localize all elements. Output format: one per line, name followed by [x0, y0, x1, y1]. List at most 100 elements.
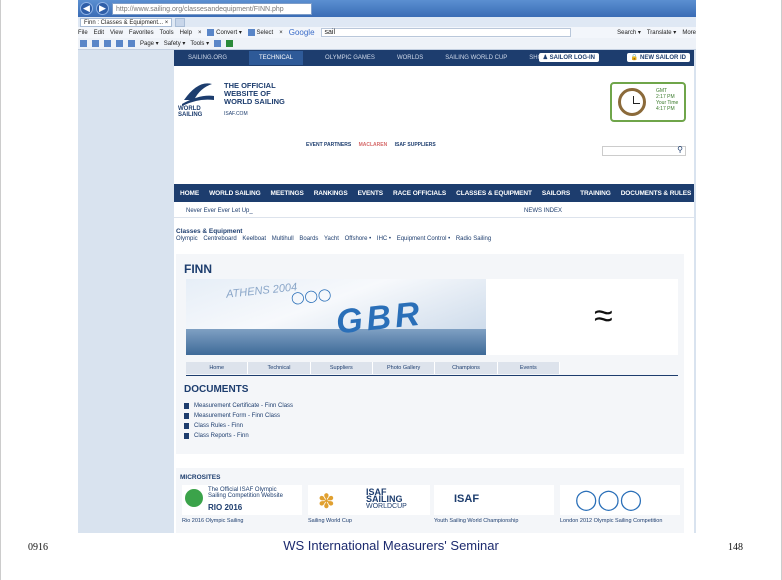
select-icon [247, 28, 255, 36]
link-centreboard[interactable]: Centreboard [203, 236, 236, 242]
link-offshore[interactable]: Offshore • [345, 236, 372, 242]
menu-view[interactable]: View [110, 30, 123, 36]
address-bar[interactable]: http://www.sailing.org/classesandequipme… [112, 2, 312, 15]
microsite-youth-worlds[interactable]: ISAF [434, 485, 554, 515]
nav-rankings[interactable]: RANKINGS [314, 190, 348, 197]
more-button[interactable]: More [682, 30, 696, 36]
topnav-sailing-world-cup[interactable]: SAILING WORLD CUP [445, 55, 507, 61]
clock-icon [618, 88, 646, 116]
menu-file[interactable]: File [78, 30, 88, 36]
nav-meetings[interactable]: MEETINGS [271, 190, 304, 197]
link-keelboat[interactable]: Keelboat [242, 236, 266, 242]
document-link[interactable]: Measurement Form - Finn Class [184, 411, 293, 421]
google-label: Google [288, 28, 315, 37]
menu-help[interactable]: Help [180, 30, 192, 36]
addon-icon[interactable] [226, 40, 234, 47]
rio-line-2: Sailing Competition Website [208, 493, 283, 499]
topnav-worlds[interactable]: WORLDS [397, 55, 423, 61]
link-olympic[interactable]: Olympic [176, 236, 198, 242]
documents-list: Measurement Certificate - Finn Class Mea… [184, 401, 293, 441]
document-link[interactable]: Class Rules - Finn [184, 421, 293, 431]
site-tagline: THE OFFICIAL WEBSITE OF WORLD SAILING [224, 82, 285, 106]
ticker-headline[interactable]: Never Ever Ever Let Up_ [186, 208, 253, 214]
microsite-caption: Youth Sailing World Championship [434, 518, 519, 524]
link-yacht[interactable]: Yacht [324, 236, 339, 242]
microsite-rio-2016[interactable]: The Official ISAF Olympic Sailing Compet… [182, 485, 302, 515]
translate-button[interactable]: Translate ▾ [647, 29, 676, 36]
email-icon[interactable] [128, 40, 135, 47]
nav-documents-rules[interactable]: DOCUMENTS & RULES [621, 190, 692, 197]
print-icon[interactable] [116, 40, 123, 47]
nav-classes-equipment[interactable]: CLASSES & EQUIPMENT [456, 190, 532, 197]
swc-logo-icon: ✽ [318, 491, 335, 513]
help-icon[interactable] [214, 40, 222, 47]
nav-home[interactable]: HOME [180, 190, 199, 197]
topnav-olympic-games[interactable]: OLYMPIC GAMES [325, 55, 375, 61]
subtab-divider [186, 375, 678, 376]
isaf-com-label: ISAF.COM [224, 111, 248, 117]
search-button[interactable]: Search ▾ [617, 29, 641, 36]
close-icon[interactable]: × [198, 30, 202, 36]
search-icon[interactable]: ⚲ [677, 145, 683, 154]
tab-suppliers[interactable]: Suppliers [311, 362, 373, 374]
sailor-login-button[interactable]: ♟ SAILOR LOG-IN [538, 53, 599, 62]
news-ticker: Never Ever Ever Let Up_ NEWS INDEX [174, 206, 694, 218]
tools-menu[interactable]: Tools ▾ [190, 40, 209, 47]
tab-technical[interactable]: Technical [248, 362, 311, 374]
back-arrow-icon[interactable]: ◀ [80, 2, 93, 15]
sea-image [186, 329, 486, 355]
new-tab-button[interactable] [175, 17, 186, 27]
site-header: WORLD SAILING THE OFFICIAL WEBSITE OF WO… [174, 66, 694, 156]
safety-menu[interactable]: Safety ▾ [164, 40, 186, 47]
tab-photo-gallery[interactable]: Photo Gallery [373, 362, 436, 374]
link-ihc[interactable]: IHC • [377, 236, 391, 242]
slide-number: 148 [728, 542, 743, 553]
menu-edit[interactable]: Edit [94, 30, 104, 36]
olympic-rings-icon: ◯◯◯ [575, 489, 643, 511]
document-icon [184, 413, 189, 419]
news-index-link[interactable]: NEWS INDEX [524, 208, 562, 214]
microsites-section: MICROSITES The Official ISAF Olympic Sai… [176, 468, 684, 533]
nav-events[interactable]: EVENTS [358, 190, 384, 197]
topnav-sailing-org[interactable]: SAILING.ORG [188, 55, 227, 61]
tab-events[interactable]: Events [498, 362, 560, 374]
forward-arrow-icon[interactable]: ▶ [96, 2, 109, 15]
menu-tools[interactable]: Tools [160, 30, 174, 36]
convert-button[interactable]: Convert ▾ [207, 28, 242, 36]
link-radio-sailing[interactable]: Radio Sailing [456, 236, 491, 242]
top-navigation: SAILING.ORG TECHNICAL OLYMPIC GAMES WORL… [174, 50, 694, 66]
tab-champions[interactable]: Champions [435, 362, 498, 374]
topnav-technical[interactable]: TECHNICAL [249, 51, 304, 65]
class-category-links: Olympic Centreboard Keelboat Multihull B… [176, 236, 495, 242]
close-icon[interactable]: × [279, 30, 283, 36]
new-sailor-id-button[interactable]: 🔒 NEW SAILOR ID [626, 53, 690, 62]
mail-icon[interactable] [104, 40, 111, 47]
nav-training[interactable]: TRAINING [580, 190, 611, 197]
home-icon[interactable] [80, 40, 87, 47]
link-equipment-control[interactable]: Equipment Control • [397, 236, 450, 242]
maclaren-logo[interactable]: MACLAREN [359, 142, 388, 148]
finn-panel: FINN ATHENS 2004 ◯◯◯ GBR ≈ Home Technica… [176, 254, 684, 454]
document-link[interactable]: Class Reports - Finn [184, 431, 293, 441]
nav-world-sailing[interactable]: WORLD SAILING [209, 190, 261, 197]
site-search-input[interactable]: ⚲ [602, 145, 686, 156]
menu-bar: File Edit View Favorites Tools Help × Co… [78, 27, 696, 38]
select-button[interactable]: Select [247, 28, 273, 36]
page-menu[interactable]: Page ▾ [140, 40, 159, 47]
nav-race-officials[interactable]: RACE OFFICIALS [393, 190, 446, 197]
link-multihull[interactable]: Multihull [272, 236, 294, 242]
menu-favorites[interactable]: Favorites [129, 30, 154, 36]
browser-tab[interactable]: Finn : Classes & Equipment... × [80, 17, 173, 27]
link-boards[interactable]: Boards [299, 236, 318, 242]
swc-text: ISAF SAILING WORLDCUP [366, 487, 407, 511]
class-subtabs: Home Technical Suppliers Photo Gallery C… [186, 362, 560, 374]
microsites-heading: MICROSITES [180, 474, 221, 481]
document-link[interactable]: Measurement Certificate - Finn Class [184, 401, 293, 411]
microsite-london-2012[interactable]: ◯◯◯ [560, 485, 680, 515]
microsite-sailing-world-cup[interactable]: ✽ ISAF SAILING WORLDCUP [308, 485, 430, 515]
feeds-icon[interactable] [92, 40, 99, 47]
tab-home[interactable]: Home [186, 362, 249, 374]
google-search-input[interactable]: sail [320, 28, 571, 37]
nav-sailors[interactable]: SAILORS [542, 190, 570, 197]
world-sailing-logo[interactable]: WORLD SAILING [178, 76, 218, 120]
